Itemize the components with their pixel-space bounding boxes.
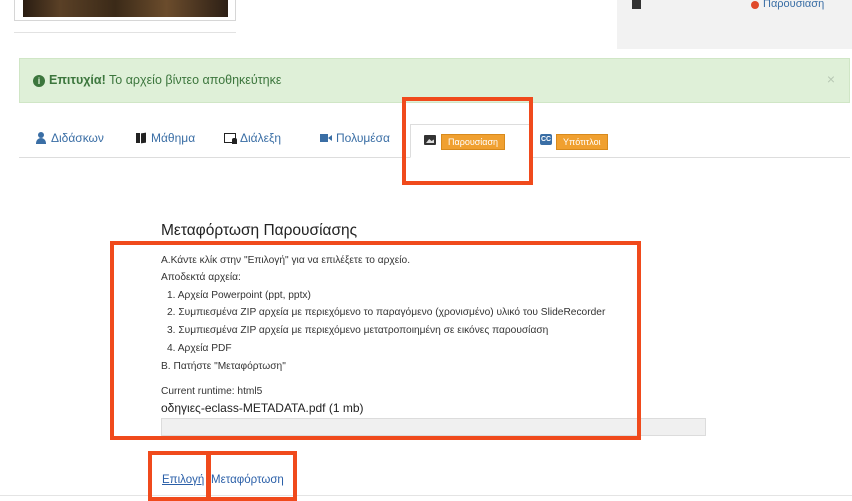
- tab-label: Πολυμέσα: [336, 131, 390, 145]
- tab-instructor[interactable]: Διδάσκων: [35, 131, 104, 145]
- video-thumbnail[interactable]: [14, 0, 236, 21]
- square-icon: [632, 0, 641, 9]
- sidebar-panel: Παρουσίαση: [617, 0, 852, 49]
- thumbnail-image: [23, 0, 228, 17]
- info-icon: i: [33, 75, 45, 87]
- footer-divider: [0, 495, 852, 496]
- book-icon: [135, 132, 147, 144]
- highlight-box-select: [148, 451, 210, 501]
- highlight-box-tab: [402, 97, 533, 185]
- highlight-box-instructions: [110, 241, 641, 440]
- tab-subtitles[interactable]: Υπότιτλοι: [556, 134, 608, 150]
- alert-text: Επιτυχία! Το αρχείο βίντεο αποθηκεύτηκε: [49, 73, 281, 87]
- status-dot-icon: [751, 1, 759, 9]
- alert-strong: Επιτυχία!: [49, 73, 106, 87]
- tab-label: Μάθημα: [151, 131, 196, 145]
- divider: [14, 32, 236, 33]
- tab-course[interactable]: Μάθημα: [135, 131, 195, 145]
- user-icon: [35, 132, 47, 144]
- highlight-box-upload: [207, 451, 297, 501]
- alert-message: Το αρχείο βίντεο αποθηκεύτηκε: [105, 73, 282, 87]
- tab-multimedia[interactable]: Πολυμέσα: [320, 131, 390, 145]
- closed-captions-icon: CC: [540, 134, 552, 145]
- tab-label: Διδάσκων: [51, 131, 104, 145]
- tab-lecture[interactable]: Διάλεξη: [224, 131, 281, 145]
- video-camera-icon: [320, 132, 332, 144]
- page-title: Μεταφόρτωση Παρουσίασης: [161, 222, 358, 239]
- sidebar-link-presentation[interactable]: Παρουσίαση: [763, 0, 824, 10]
- presenter-icon: [224, 132, 237, 144]
- tab-label: Διάλεξη: [240, 131, 282, 145]
- close-icon[interactable]: ×: [827, 71, 835, 87]
